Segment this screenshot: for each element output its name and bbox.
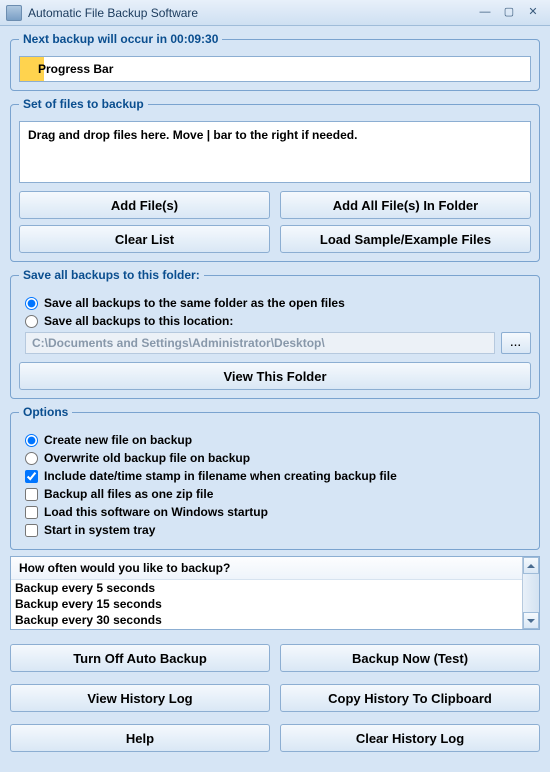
scrollbar[interactable] <box>522 557 539 629</box>
list-item[interactable]: Backup every 15 seconds <box>11 596 522 612</box>
check-datestamp[interactable]: Include date/time stamp in filename when… <box>25 469 531 483</box>
check-datestamp-label: Include date/time stamp in filename when… <box>44 469 397 483</box>
check-datestamp-input[interactable] <box>25 470 38 483</box>
progress-legend: Next backup will occur in 00:09:30 <box>19 32 222 46</box>
radio-same-folder[interactable]: Save all backups to the same folder as t… <box>25 296 531 310</box>
maximize-button[interactable]: ▢ <box>498 5 520 21</box>
check-startup[interactable]: Load this software on Windows startup <box>25 505 531 519</box>
app-icon <box>6 5 22 21</box>
view-log-button[interactable]: View History Log <box>10 684 270 712</box>
close-button[interactable]: ✕ <box>522 5 544 21</box>
file-list-placeholder: Drag and drop files here. Move | bar to … <box>28 128 357 142</box>
clear-log-button[interactable]: Clear History Log <box>280 724 540 752</box>
progress-bar: Progress Bar <box>19 56 531 82</box>
fileset-legend: Set of files to backup <box>19 97 148 111</box>
help-button[interactable]: Help <box>10 724 270 752</box>
check-zip-input[interactable] <box>25 488 38 501</box>
copy-log-button[interactable]: Copy History To Clipboard <box>280 684 540 712</box>
title-bar: Automatic File Backup Software — ▢ ✕ <box>0 0 550 26</box>
radio-overwrite-input[interactable] <box>25 452 38 465</box>
browse-button[interactable]: ... <box>501 332 531 354</box>
radio-overwrite[interactable]: Overwrite old backup file on backup <box>25 451 531 465</box>
window-title: Automatic File Backup Software <box>28 6 472 20</box>
check-zip[interactable]: Backup all files as one zip file <box>25 487 531 501</box>
chevron-down-icon <box>527 619 535 623</box>
scroll-track[interactable] <box>523 574 539 612</box>
backup-now-button[interactable]: Backup Now (Test) <box>280 644 540 672</box>
scroll-up-button[interactable] <box>523 557 539 574</box>
fileset-group: Set of files to backup Drag and drop fil… <box>10 97 540 262</box>
list-item[interactable]: Backup every 5 seconds <box>11 580 522 596</box>
radio-same-label: Save all backups to the same folder as t… <box>44 296 345 310</box>
frequency-header: How often would you like to backup? <box>11 557 522 580</box>
progress-group: Next backup will occur in 00:09:30 Progr… <box>10 32 540 91</box>
load-sample-button[interactable]: Load Sample/Example Files <box>280 225 531 253</box>
radio-create-new[interactable]: Create new file on backup <box>25 433 531 447</box>
check-zip-label: Backup all files as one zip file <box>44 487 213 501</box>
view-folder-button[interactable]: View This Folder <box>19 362 531 390</box>
saveto-group: Save all backups to this folder: Save al… <box>10 268 540 399</box>
radio-same-input[interactable] <box>25 297 38 310</box>
check-tray-label: Start in system tray <box>44 523 155 537</box>
radio-overwrite-label: Overwrite old backup file on backup <box>44 451 250 465</box>
scroll-down-button[interactable] <box>523 612 539 629</box>
radio-location-label: Save all backups to this location: <box>44 314 233 328</box>
radio-location-input[interactable] <box>25 315 38 328</box>
options-legend: Options <box>19 405 72 419</box>
list-item[interactable]: Backup every 30 seconds <box>11 612 522 628</box>
file-list[interactable]: Drag and drop files here. Move | bar to … <box>19 121 531 183</box>
saveto-legend: Save all backups to this folder: <box>19 268 204 282</box>
radio-location[interactable]: Save all backups to this location: <box>25 314 531 328</box>
check-startup-input[interactable] <box>25 506 38 519</box>
add-folder-button[interactable]: Add All File(s) In Folder <box>280 191 531 219</box>
progress-label: Progress Bar <box>38 62 113 76</box>
check-tray[interactable]: Start in system tray <box>25 523 531 537</box>
add-files-button[interactable]: Add File(s) <box>19 191 270 219</box>
frequency-listbox[interactable]: How often would you like to backup? Back… <box>10 556 540 630</box>
options-group: Options Create new file on backup Overwr… <box>10 405 540 550</box>
minimize-button[interactable]: — <box>474 5 496 21</box>
clear-list-button[interactable]: Clear List <box>19 225 270 253</box>
turnoff-button[interactable]: Turn Off Auto Backup <box>10 644 270 672</box>
check-startup-label: Load this software on Windows startup <box>44 505 268 519</box>
check-tray-input[interactable] <box>25 524 38 537</box>
radio-create-input[interactable] <box>25 434 38 447</box>
chevron-up-icon <box>527 564 535 568</box>
path-input[interactable] <box>25 332 495 354</box>
radio-create-label: Create new file on backup <box>44 433 192 447</box>
